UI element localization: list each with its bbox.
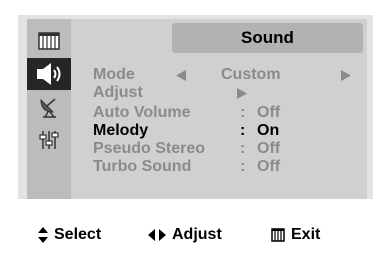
menu-item-adjust[interactable]: Adjust	[0, 84, 390, 102]
help-adjust-label: Adjust	[172, 226, 222, 243]
separator-colon: :	[240, 158, 246, 175]
menu-item-value: On	[257, 122, 280, 139]
help-select: Select	[38, 226, 101, 244]
help-exit: Exit	[271, 226, 320, 244]
separator-colon: :	[240, 140, 246, 157]
menu-item-turbo-sound[interactable]: Turbo Sound : Off	[0, 158, 390, 176]
separator-colon: :	[240, 122, 246, 139]
left-right-arrow-icon	[148, 229, 166, 241]
menu-item-label: Turbo Sound	[93, 158, 192, 175]
menu-item-value: Custom	[221, 66, 281, 83]
menu-icon	[271, 228, 285, 242]
menu-item-mode[interactable]: Mode Custom	[0, 66, 390, 84]
up-down-arrow-icon	[38, 227, 48, 243]
arrow-right-icon[interactable]	[340, 70, 352, 81]
help-select-label: Select	[54, 226, 102, 243]
menu-item-auto-volume[interactable]: Auto Volume : Off	[0, 104, 390, 122]
menu-item-value: Off	[257, 140, 281, 157]
picture-icon	[38, 32, 60, 50]
menu-item-label: Mode	[93, 66, 135, 83]
arrow-left-icon[interactable]	[175, 70, 187, 81]
menu-item-label: Adjust	[93, 84, 143, 101]
menu-item-melody[interactable]: Melody : On	[0, 122, 390, 140]
menu-item-label: Melody	[93, 122, 149, 139]
menu-title: Sound	[172, 23, 363, 53]
separator-colon: :	[240, 104, 246, 121]
tab-picture[interactable]	[27, 25, 71, 57]
menu-item-value: Off	[257, 104, 281, 121]
help-adjust: Adjust	[148, 226, 222, 244]
menu-item-label: Pseudo Stereo	[93, 140, 206, 157]
menu-item-pseudo-stereo[interactable]: Pseudo Stereo : Off	[0, 140, 390, 158]
arrow-right-icon	[237, 88, 247, 99]
tv-osd-screen: Sound Mode Custom Adjust Auto Volume : O…	[0, 0, 390, 264]
help-exit-label: Exit	[291, 226, 321, 243]
menu-item-value: Off	[257, 158, 281, 175]
menu-item-label: Auto Volume	[93, 104, 191, 121]
